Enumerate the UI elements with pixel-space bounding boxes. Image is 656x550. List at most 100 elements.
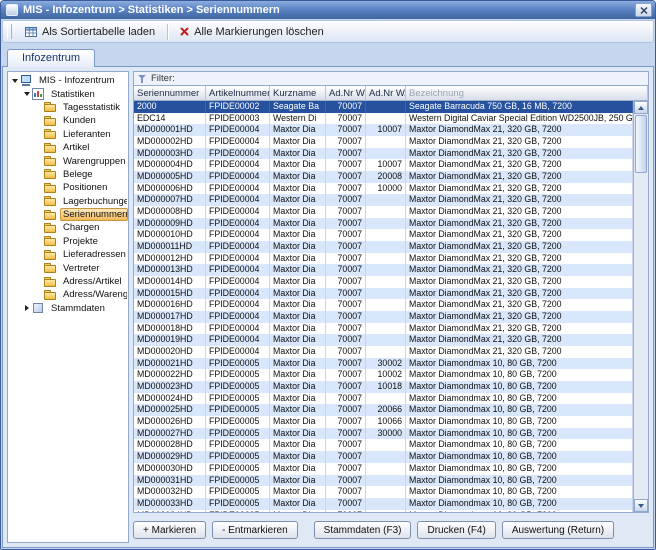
column-header-bezeichnung[interactable]: Bezeichnung: [406, 86, 648, 100]
table-row[interactable]: MD000011HDFPIDE00004Maxtor Dia70007Maxto…: [134, 241, 633, 253]
table-row[interactable]: MD000001HDFPIDE00004Maxtor Dia7000710007…: [134, 124, 633, 136]
table-row[interactable]: MD000020HDFPIDE00004Maxtor Dia70007Maxto…: [134, 346, 633, 358]
drucken-button[interactable]: Drucken (F4): [417, 521, 495, 539]
tree-item-stammdaten[interactable]: Stammdaten: [8, 302, 128, 315]
table-row[interactable]: MD000030HDFPIDE00005Maxtor Dia70007Maxto…: [134, 463, 633, 475]
tree-item-mis-infozentrum[interactable]: MIS - Infozentrum: [8, 74, 128, 87]
scroll-up-button[interactable]: [634, 101, 648, 114]
table-row[interactable]: MD000006HDFPIDE00004Maxtor Dia7000710000…: [134, 183, 633, 195]
table-row[interactable]: MD000022HDFPIDE00005Maxtor Dia7000710002…: [134, 369, 633, 381]
tree-item-belege[interactable]: Belege: [8, 168, 128, 181]
cell-adnr-we: 70007: [326, 416, 366, 428]
cell-artikelnummer: FPIDE00004: [206, 288, 270, 300]
table-row[interactable]: MD000028HDFPIDE00005Maxtor Dia70007Maxto…: [134, 439, 633, 451]
tree-item-adress-artikel[interactable]: Adress/Artikel: [8, 275, 128, 288]
cell-kurzname: Maxtor Dia: [270, 299, 326, 311]
table-row[interactable]: MD000007HDFPIDE00004Maxtor Dia70007Maxto…: [134, 194, 633, 206]
tree-item-artikel[interactable]: Artikel: [8, 141, 128, 154]
table-row[interactable]: MD000013HDFPIDE00004Maxtor Dia70007Maxto…: [134, 264, 633, 276]
table-row[interactable]: MD000034HDFPIDE00005Maxtor Dia70007Maxto…: [134, 510, 633, 512]
cell-seriennummer: MD000019HD: [134, 334, 206, 346]
table-row[interactable]: MD000012HDFPIDE00004Maxtor Dia70007Maxto…: [134, 253, 633, 265]
tree-item-chargen[interactable]: Chargen: [8, 221, 128, 234]
tree-item-lagerbuchungen[interactable]: Lagerbuchungen: [8, 195, 128, 208]
load-sort-table-button[interactable]: Als Sortiertabelle laden: [19, 23, 161, 41]
table-row[interactable]: MD000019HDFPIDE00004Maxtor Dia70007Maxto…: [134, 334, 633, 346]
tree-item-seriennummern[interactable]: Seriennummern: [8, 208, 128, 221]
table-row[interactable]: MD000016HDFPIDE00004Maxtor Dia70007Maxto…: [134, 299, 633, 311]
table-row[interactable]: MD000026HDFPIDE00005Maxtor Dia7000710066…: [134, 416, 633, 428]
cell-kurzname: Maxtor Dia: [270, 276, 326, 288]
stammdaten-button[interactable]: Stammdaten (F3): [314, 521, 412, 539]
column-header-artikelnummer[interactable]: Artikelnummer: [206, 86, 270, 100]
cell-seriennummer: MD000023HD: [134, 381, 206, 393]
cell-seriennummer: MD000027HD: [134, 428, 206, 440]
table-row[interactable]: MD000017HDFPIDE00004Maxtor Dia70007Maxto…: [134, 311, 633, 323]
cell-kurzname: Western Di: [270, 113, 326, 125]
tree-item-statistiken[interactable]: Statistiken: [8, 87, 128, 100]
cell-adnr-wa: [366, 101, 406, 113]
cell-seriennummer: MD000005HD: [134, 171, 206, 183]
table-row[interactable]: MD000023HDFPIDE00005Maxtor Dia7000710018…: [134, 381, 633, 393]
table-row[interactable]: 2000FPIDE00002Seagate Ba70007Seagate Bar…: [134, 101, 633, 113]
tree-item-kunden[interactable]: Kunden: [8, 114, 128, 127]
column-header-adnr-wa[interactable]: Ad.Nr WA: [366, 86, 406, 100]
table-row[interactable]: MD000021HDFPIDE00005Maxtor Dia7000730002…: [134, 358, 633, 370]
tree-item-projekte[interactable]: Projekte: [8, 235, 128, 248]
cell-adnr-wa: 10002: [366, 369, 406, 381]
table-row[interactable]: MD000025HDFPIDE00005Maxtor Dia7000720066…: [134, 404, 633, 416]
table-row[interactable]: EDC14FPIDE00003Western Di70007Western Di…: [134, 113, 633, 125]
cell-bezeichnung: Maxtor DiamondMax 21, 320 GB, 7200: [406, 218, 633, 230]
tree-item-lieferanten[interactable]: Lieferanten: [8, 128, 128, 141]
clear-marks-button[interactable]: Alle Markierungen löschen: [174, 23, 330, 41]
tree-item-tagesstatistik[interactable]: Tagesstatistik: [8, 101, 128, 114]
table-row[interactable]: MD000029HDFPIDE00005Maxtor Dia70007Maxto…: [134, 451, 633, 463]
scroll-down-button[interactable]: [634, 499, 648, 512]
column-header-seriennummer[interactable]: Seriennummer: [134, 86, 206, 100]
tree-item-adress-warengruppen[interactable]: Adress/Warengruppen: [8, 288, 128, 301]
tree-item-lieferadressen[interactable]: Lieferadressen: [8, 248, 128, 261]
table-row[interactable]: MD000009HDFPIDE00004Maxtor Dia70007Maxto…: [134, 218, 633, 230]
markieren-button[interactable]: + Markieren: [133, 521, 206, 539]
table-row[interactable]: MD000010HDFPIDE00004Maxtor Dia70007Maxto…: [134, 229, 633, 241]
toolbar-button-label: Als Sortiertabelle laden: [42, 26, 155, 38]
tree-item-positionen[interactable]: Positionen: [8, 181, 128, 194]
table-row[interactable]: MD000014HDFPIDE00004Maxtor Dia70007Maxto…: [134, 276, 633, 288]
auswertung-button[interactable]: Auswertung (Return): [502, 521, 614, 539]
tab-infozentrum[interactable]: Infozentrum: [7, 49, 95, 67]
table-row[interactable]: MD000002HDFPIDE00004Maxtor Dia70007Maxto…: [134, 136, 633, 148]
tree-item-warengruppen[interactable]: Warengruppen: [8, 154, 128, 167]
entmarkieren-button[interactable]: - Entmarkieren: [212, 521, 298, 539]
scrollbar-track[interactable]: [634, 114, 648, 499]
filter-bar[interactable]: Filter:: [133, 71, 649, 85]
collapse-icon[interactable]: [22, 92, 31, 96]
table-row[interactable]: MD000005HDFPIDE00004Maxtor Dia7000720008…: [134, 171, 633, 183]
cell-adnr-we: 70007: [326, 288, 366, 300]
cell-artikelnummer: FPIDE00004: [206, 253, 270, 265]
table-row[interactable]: MD000027HDFPIDE00005Maxtor Dia7000730000…: [134, 428, 633, 440]
cell-adnr-we: 70007: [326, 311, 366, 323]
table-row[interactable]: MD000033HDFPIDE00005Maxtor Dia70007Maxto…: [134, 498, 633, 510]
table-row[interactable]: MD000004HDFPIDE00004Maxtor Dia7000710007…: [134, 159, 633, 171]
column-header-kurzname[interactable]: Kurzname: [270, 86, 326, 100]
close-button[interactable]: [635, 3, 652, 17]
expand-icon[interactable]: [22, 305, 31, 311]
cell-adnr-wa: 10000: [366, 183, 406, 195]
table-row[interactable]: MD000018HDFPIDE00004Maxtor Dia70007Maxto…: [134, 323, 633, 335]
table-row[interactable]: MD000003HDFPIDE00004Maxtor Dia70007Maxto…: [134, 148, 633, 160]
cell-artikelnummer: FPIDE00004: [206, 346, 270, 358]
grid-header-row: SeriennummerArtikelnummerKurznameAd.Nr W…: [134, 86, 648, 101]
table-row[interactable]: MD000031HDFPIDE00005Maxtor Dia70007Maxto…: [134, 475, 633, 487]
table-row[interactable]: MD000024HDFPIDE00005Maxtor Dia70007Maxto…: [134, 393, 633, 405]
folder-icon: [44, 142, 57, 154]
table-row[interactable]: MD000032HDFPIDE00005Maxtor Dia70007Maxto…: [134, 486, 633, 498]
column-header-adnr-we[interactable]: Ad.Nr WE: [326, 86, 366, 100]
cell-seriennummer: MD000026HD: [134, 416, 206, 428]
table-row[interactable]: MD000008HDFPIDE00004Maxtor Dia70007Maxto…: [134, 206, 633, 218]
vertical-scrollbar[interactable]: [633, 101, 648, 512]
collapse-icon[interactable]: [10, 79, 19, 83]
scrollbar-thumb[interactable]: [635, 115, 647, 173]
cell-adnr-wa: [366, 264, 406, 276]
tree-item-vertreter[interactable]: Vertreter: [8, 261, 128, 274]
table-row[interactable]: MD000015HDFPIDE00004Maxtor Dia70007Maxto…: [134, 288, 633, 300]
